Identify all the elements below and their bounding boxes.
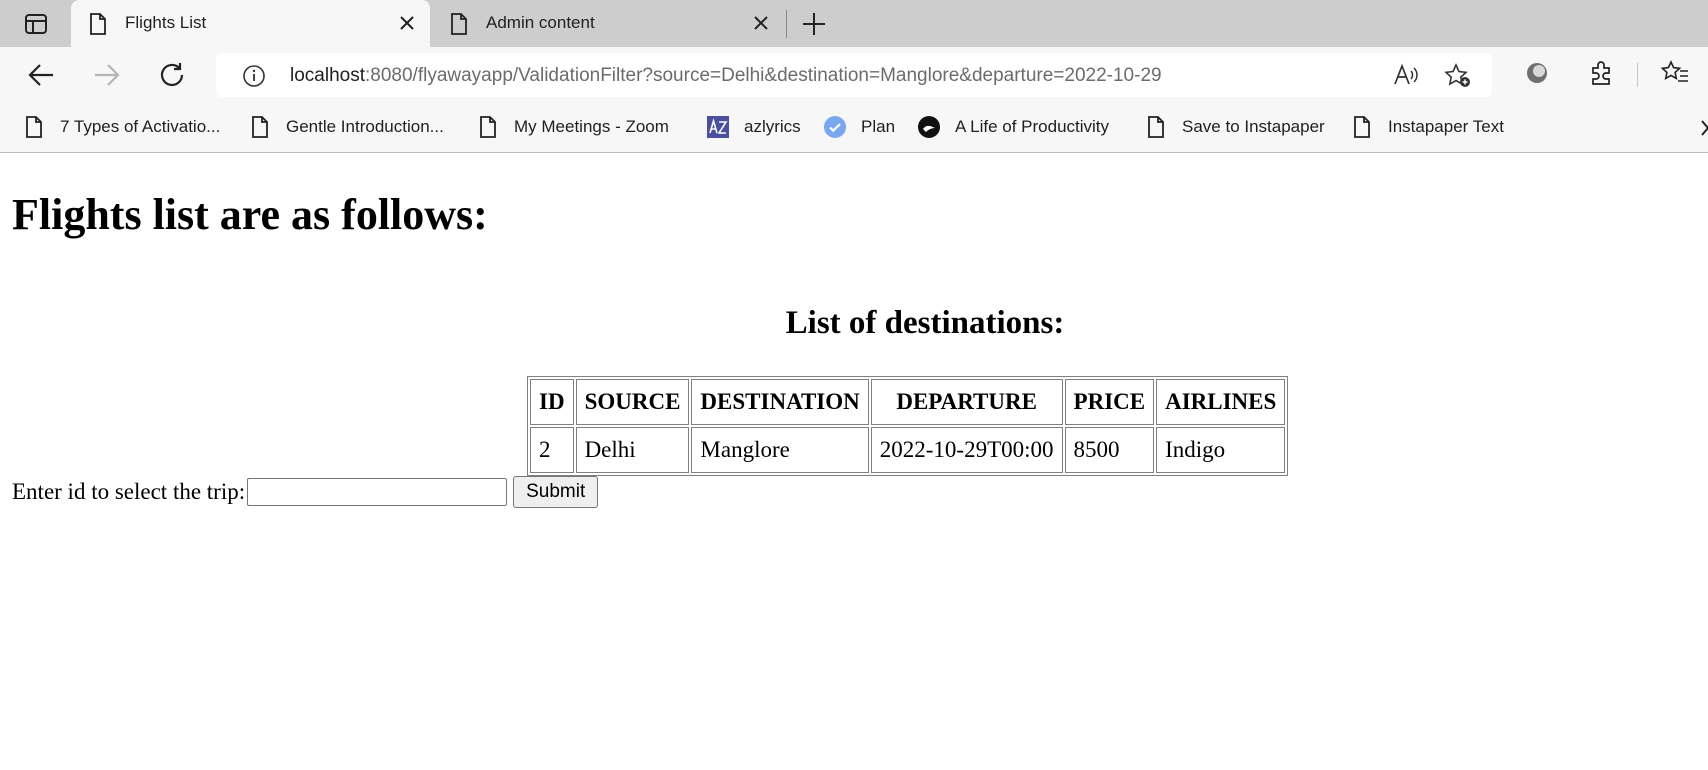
url-path: :8080/flyawayapp/ValidationFilter?source… <box>365 65 1162 86</box>
table-title: List of destinations: <box>785 305 1065 341</box>
azlyrics-icon <box>706 115 730 139</box>
table-cell: Manglore <box>691 427 869 473</box>
bookmark-item[interactable]: 7 Types of Activatio... <box>22 113 220 141</box>
bookmark-label: Gentle Introduction... <box>286 117 444 136</box>
trip-select-form: Enter id to select the trip: Submit <box>12 476 599 508</box>
tab-admin-content[interactable]: Admin content <box>432 0 784 47</box>
page-title: Flights list are as follows: <box>12 190 488 239</box>
table-cell: Indigo <box>1156 427 1286 473</box>
table-header-row: ID SOURCE DESTINATION DEPARTURE PRICE AI… <box>530 379 1286 425</box>
submit-button[interactable]: Submit <box>513 476 599 508</box>
forward-arrow-icon[interactable] <box>92 61 122 89</box>
trip-id-input[interactable] <box>247 478 508 506</box>
column-header: DESTINATION <box>691 379 869 425</box>
tab-strip: Flights List Admin content <box>0 0 1708 47</box>
url-text[interactable]: localhost:8080/flyawayapp/ValidationFilt… <box>290 65 1162 87</box>
circle-logo-icon <box>917 115 941 139</box>
tab-actions-icon[interactable] <box>18 12 54 36</box>
browser-toolbar: localhost:8080/flyawayapp/ValidationFilt… <box>0 47 1708 103</box>
back-arrow-icon[interactable] <box>26 61 56 89</box>
bookmark-item[interactable]: Instapaper Text <box>1350 113 1504 141</box>
read-aloud-icon[interactable] <box>1392 63 1420 92</box>
bookmark-label: A Life of Productivity <box>955 117 1110 136</box>
bookmark-label: 7 Types of Activatio... <box>60 117 221 136</box>
close-icon[interactable] <box>398 14 416 37</box>
column-header: SOURCE <box>575 379 690 425</box>
bookmark-label: azlyrics <box>744 117 801 136</box>
extensions-icon[interactable] <box>1587 59 1615 92</box>
bookmark-label: Plan <box>861 117 896 136</box>
url-host: localhost <box>290 65 365 86</box>
table-cell: 8500 <box>1064 427 1155 473</box>
refresh-icon[interactable] <box>158 61 188 89</box>
bookmark-item[interactable]: My Meetings - Zoom <box>476 113 669 141</box>
table-row: 2 Delhi Manglore 2022-10-29T00:00 8500 I… <box>530 427 1286 473</box>
bookmark-item[interactable]: azlyrics <box>706 113 801 141</box>
tab-title: Flights List <box>125 13 207 32</box>
bookmark-item[interactable]: A Life of Productivity <box>917 113 1109 141</box>
page-icon <box>450 13 468 40</box>
close-icon[interactable] <box>752 14 770 37</box>
favorites-icon[interactable] <box>1660 59 1690 92</box>
page-icon <box>248 115 272 139</box>
column-header: DEPARTURE <box>870 379 1063 425</box>
trip-id-label: Enter id to select the trip: <box>12 479 246 504</box>
column-header: PRICE <box>1064 379 1155 425</box>
bookmarks-overflow-icon[interactable] <box>1700 118 1708 143</box>
page-content: Flights list are as follows: List of des… <box>0 153 1708 770</box>
page-icon <box>1144 115 1168 139</box>
address-bar[interactable]: localhost:8080/flyawayapp/ValidationFilt… <box>216 53 1492 97</box>
bookmark-label: Save to Instapaper <box>1182 117 1325 136</box>
toolbar-divider <box>1637 63 1638 87</box>
bookmark-item[interactable]: Save to Instapaper <box>1144 113 1325 141</box>
new-tab-icon[interactable] <box>800 10 830 38</box>
table-cell: 2 <box>530 427 574 473</box>
tab-divider <box>786 10 787 38</box>
check-circle-icon <box>823 115 847 139</box>
column-header: AIRLINES <box>1156 379 1286 425</box>
bookmark-item[interactable]: Gentle Introduction... <box>248 113 444 141</box>
profile-icon[interactable] <box>1523 59 1551 92</box>
bookmark-item[interactable]: Plan <box>823 113 895 141</box>
bookmark-label: My Meetings - Zoom <box>514 117 669 136</box>
add-favorite-icon[interactable] <box>1444 63 1472 94</box>
flights-table: ID SOURCE DESTINATION DEPARTURE PRICE AI… <box>527 376 1289 476</box>
column-header: ID <box>530 379 574 425</box>
page-icon <box>22 115 46 139</box>
page-icon <box>476 115 500 139</box>
tab-flights-list[interactable]: Flights List <box>71 0 430 47</box>
table-cell: Delhi <box>575 427 690 473</box>
page-icon <box>1350 115 1374 139</box>
tab-title: Admin content <box>486 13 595 32</box>
table-cell: 2022-10-29T00:00 <box>870 427 1063 473</box>
page-icon <box>89 13 107 40</box>
bookmark-label: Instapaper Text <box>1388 117 1504 136</box>
info-icon[interactable] <box>242 64 266 93</box>
bookmarks-bar: 7 Types of Activatio... Gentle Introduct… <box>0 103 1708 153</box>
flights-table-container: ID SOURCE DESTINATION DEPARTURE PRICE AI… <box>527 376 1289 476</box>
